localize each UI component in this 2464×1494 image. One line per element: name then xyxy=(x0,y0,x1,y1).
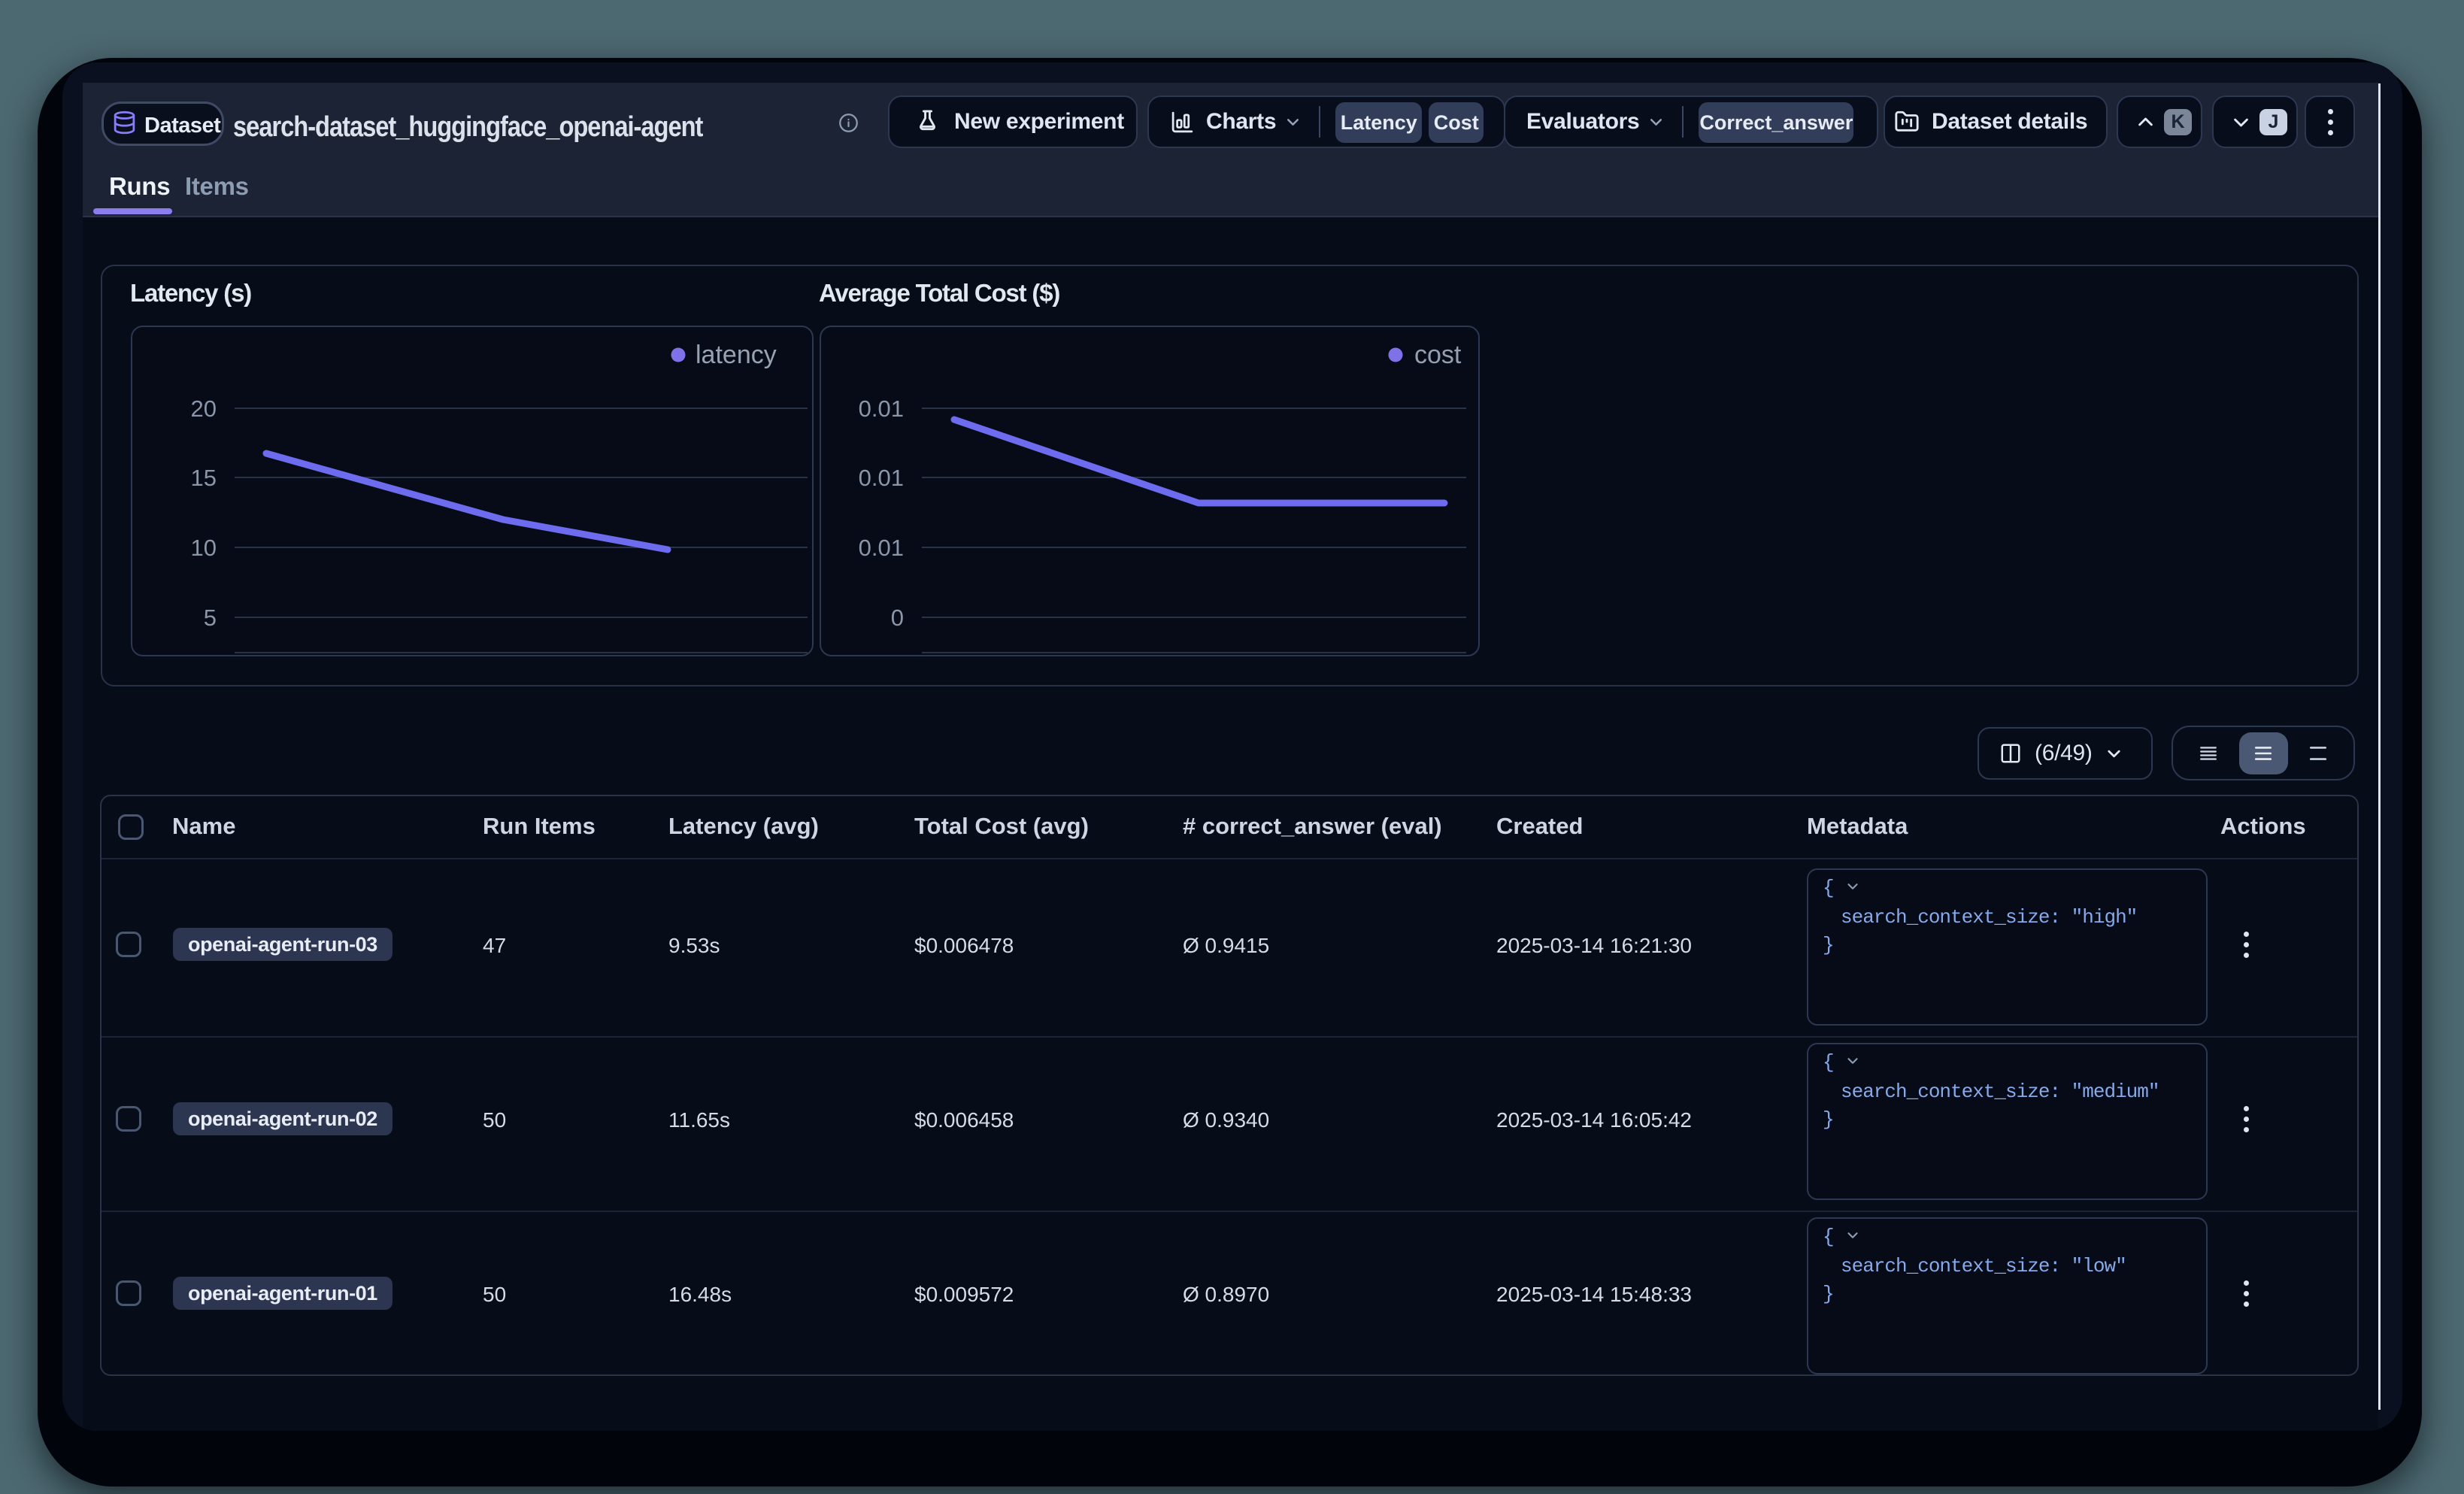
svg-text:0.01: 0.01 xyxy=(859,395,904,422)
svg-text:latency: latency xyxy=(696,341,777,369)
svg-text:20: 20 xyxy=(191,395,217,422)
svg-text:0.01: 0.01 xyxy=(859,465,904,491)
svg-text:0: 0 xyxy=(891,605,904,631)
svg-text:15: 15 xyxy=(191,465,217,491)
svg-text:cost: cost xyxy=(1414,341,1462,369)
svg-text:10: 10 xyxy=(191,535,217,561)
svg-text:0.01: 0.01 xyxy=(859,535,904,561)
svg-text:5: 5 xyxy=(204,605,217,631)
